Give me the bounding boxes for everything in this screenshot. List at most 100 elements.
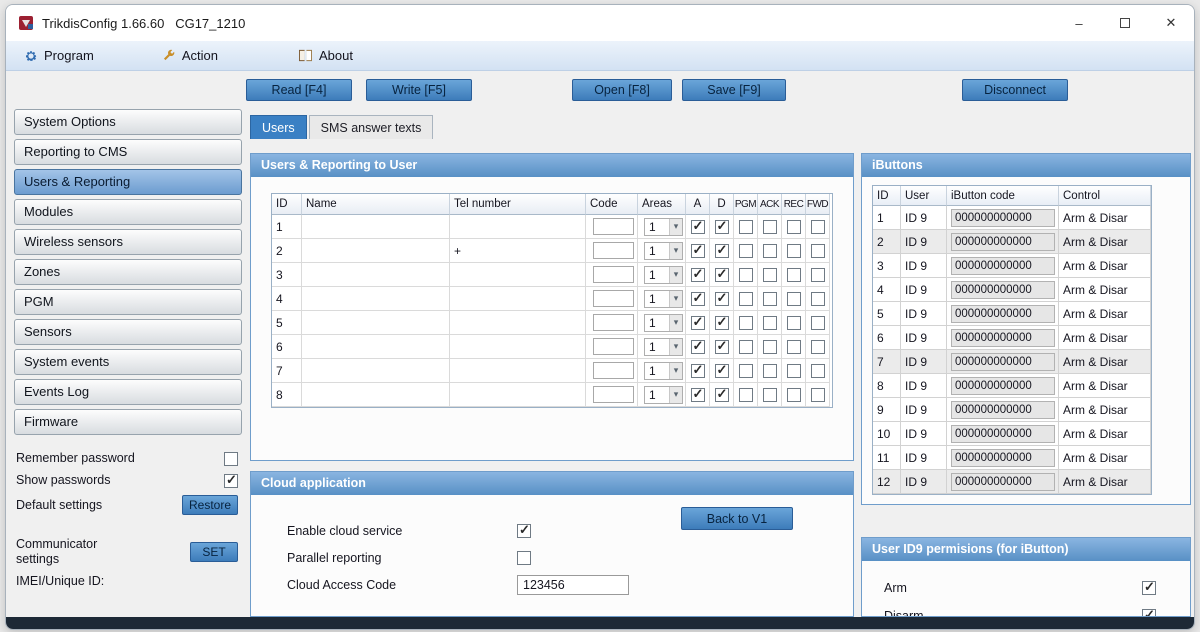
- save-button[interactable]: Save [F9]: [682, 79, 786, 101]
- sidebar-item-modules[interactable]: Modules: [14, 199, 242, 225]
- ack-checkbox[interactable]: [763, 316, 777, 330]
- areas-select[interactable]: 1▾: [644, 290, 683, 308]
- disarm-checkbox[interactable]: [715, 292, 729, 306]
- read-button[interactable]: Read [F4]: [246, 79, 352, 101]
- arm-checkbox[interactable]: [691, 292, 705, 306]
- ibutton-code-field[interactable]: 000000000000: [951, 281, 1055, 299]
- ack-checkbox[interactable]: [763, 220, 777, 234]
- user-tel-field[interactable]: [450, 311, 586, 335]
- user-name-field[interactable]: [302, 383, 450, 407]
- areas-select[interactable]: 1▾: [644, 386, 683, 404]
- ibutton-control-cell[interactable]: Arm & Disar: [1059, 302, 1151, 326]
- disarm-checkbox[interactable]: [715, 364, 729, 378]
- rec-checkbox[interactable]: [787, 340, 801, 354]
- minimize-button[interactable]: –: [1056, 5, 1102, 41]
- sidebar-item-wireless-sensors[interactable]: Wireless sensors: [14, 229, 242, 255]
- user-code-field[interactable]: [593, 266, 634, 283]
- user-tel-field[interactable]: [450, 263, 586, 287]
- ibutton-code-field[interactable]: 000000000000: [951, 209, 1055, 227]
- menu-action[interactable]: Action: [152, 44, 228, 67]
- sidebar-item-events-log[interactable]: Events Log: [14, 379, 242, 405]
- ibutton-user-cell[interactable]: ID 9: [901, 470, 947, 494]
- ack-checkbox[interactable]: [763, 244, 777, 258]
- ibutton-user-cell[interactable]: ID 9: [901, 206, 947, 230]
- fwd-checkbox[interactable]: [811, 292, 825, 306]
- pgm-checkbox[interactable]: [739, 292, 753, 306]
- sidebar-item-users-reporting[interactable]: Users & Reporting: [14, 169, 242, 195]
- sidebar-item-system-events[interactable]: System events: [14, 349, 242, 375]
- arm-checkbox[interactable]: [691, 340, 705, 354]
- pgm-checkbox[interactable]: [739, 364, 753, 378]
- ibutton-control-cell[interactable]: Arm & Disar: [1059, 398, 1151, 422]
- areas-select[interactable]: 1▾: [644, 242, 683, 260]
- sidebar-item-pgm[interactable]: PGM: [14, 289, 242, 315]
- user-code-field[interactable]: [593, 290, 634, 307]
- user-code-field[interactable]: [593, 362, 634, 379]
- user-name-field[interactable]: [302, 263, 450, 287]
- ibutton-code-field[interactable]: 000000000000: [951, 401, 1055, 419]
- show-passwords-checkbox[interactable]: [224, 474, 238, 488]
- ibutton-user-cell[interactable]: ID 9: [901, 446, 947, 470]
- user-name-field[interactable]: [302, 287, 450, 311]
- fwd-checkbox[interactable]: [811, 364, 825, 378]
- ibutton-control-cell[interactable]: Arm & Disar: [1059, 230, 1151, 254]
- pgm-checkbox[interactable]: [739, 220, 753, 234]
- fwd-checkbox[interactable]: [811, 316, 825, 330]
- user-tel-field[interactable]: [450, 215, 586, 239]
- ibutton-code-field[interactable]: 000000000000: [951, 305, 1055, 323]
- ibutton-code-field[interactable]: 000000000000: [951, 353, 1055, 371]
- ibutton-code-field[interactable]: 000000000000: [951, 425, 1055, 443]
- ack-checkbox[interactable]: [763, 364, 777, 378]
- maximize-button[interactable]: [1102, 5, 1148, 41]
- ibutton-code-field[interactable]: 000000000000: [951, 449, 1055, 467]
- arm-checkbox[interactable]: [691, 268, 705, 282]
- arm-checkbox[interactable]: [691, 244, 705, 258]
- arm-checkbox[interactable]: [691, 316, 705, 330]
- open-button[interactable]: Open [F8]: [572, 79, 672, 101]
- ibutton-control-cell[interactable]: Arm & Disar: [1059, 278, 1151, 302]
- disconnect-button[interactable]: Disconnect: [962, 79, 1068, 101]
- user-name-field[interactable]: [302, 335, 450, 359]
- rec-checkbox[interactable]: [787, 220, 801, 234]
- user-tel-field[interactable]: +: [450, 239, 586, 263]
- rec-checkbox[interactable]: [787, 364, 801, 378]
- ibutton-control-cell[interactable]: Arm & Disar: [1059, 326, 1151, 350]
- ibutton-code-field[interactable]: 000000000000: [951, 377, 1055, 395]
- rec-checkbox[interactable]: [787, 292, 801, 306]
- ibutton-user-cell[interactable]: ID 9: [901, 278, 947, 302]
- ibutton-control-cell[interactable]: Arm & Disar: [1059, 350, 1151, 374]
- fwd-checkbox[interactable]: [811, 244, 825, 258]
- ibutton-control-cell[interactable]: Arm & Disar: [1059, 254, 1151, 278]
- ibutton-user-cell[interactable]: ID 9: [901, 326, 947, 350]
- back-to-v1-button[interactable]: Back to V1: [681, 507, 793, 530]
- arm-checkbox[interactable]: [691, 220, 705, 234]
- user-code-field[interactable]: [593, 218, 634, 235]
- areas-select[interactable]: 1▾: [644, 218, 683, 236]
- close-button[interactable]: ✕: [1148, 5, 1194, 41]
- ibutton-control-cell[interactable]: Arm & Disar: [1059, 206, 1151, 230]
- fwd-checkbox[interactable]: [811, 220, 825, 234]
- fwd-checkbox[interactable]: [811, 268, 825, 282]
- arm-permission-checkbox[interactable]: [1142, 581, 1156, 595]
- user-name-field[interactable]: [302, 239, 450, 263]
- user-tel-field[interactable]: [450, 383, 586, 407]
- user-tel-field[interactable]: [450, 287, 586, 311]
- pgm-checkbox[interactable]: [739, 316, 753, 330]
- ibutton-user-cell[interactable]: ID 9: [901, 302, 947, 326]
- ack-checkbox[interactable]: [763, 292, 777, 306]
- user-tel-field[interactable]: [450, 335, 586, 359]
- fwd-checkbox[interactable]: [811, 340, 825, 354]
- disarm-checkbox[interactable]: [715, 244, 729, 258]
- remember-password-checkbox[interactable]: [224, 452, 238, 466]
- ibutton-user-cell[interactable]: ID 9: [901, 422, 947, 446]
- user-name-field[interactable]: [302, 311, 450, 335]
- disarm-permission-checkbox[interactable]: [1142, 609, 1156, 617]
- user-code-field[interactable]: [593, 386, 634, 403]
- pgm-checkbox[interactable]: [739, 388, 753, 402]
- user-name-field[interactable]: [302, 215, 450, 239]
- sidebar-item-sensors[interactable]: Sensors: [14, 319, 242, 345]
- areas-select[interactable]: 1▾: [644, 338, 683, 356]
- ibutton-user-cell[interactable]: ID 9: [901, 230, 947, 254]
- areas-select[interactable]: 1▾: [644, 266, 683, 284]
- sidebar-item-system-options[interactable]: System Options: [14, 109, 242, 135]
